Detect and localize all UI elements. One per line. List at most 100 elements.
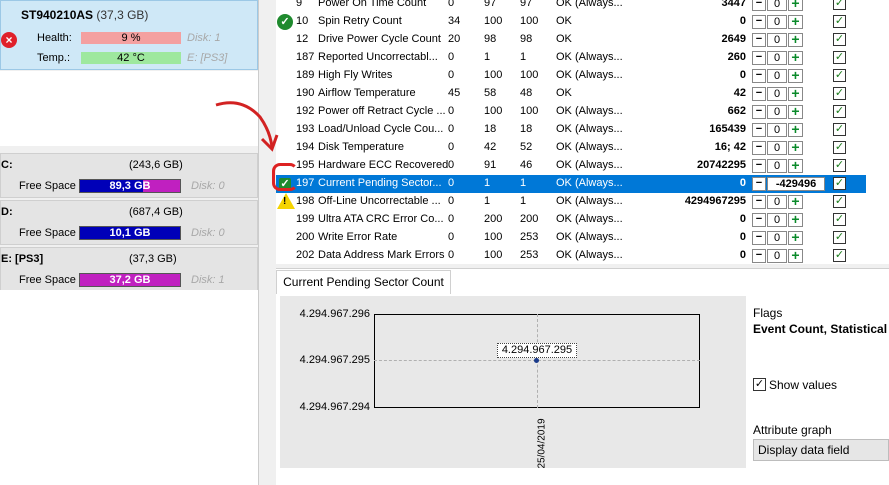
table-row[interactable]: 187 Reported Uncorrectabl... 0 1 1 OK (Always… bbox=[276, 49, 866, 67]
table-row[interactable]: 197 Current Pending Sector... 0 1 1 OK (Alway… bbox=[276, 175, 866, 193]
volume-c[interactable]: C: (243,6 GB) Free Space 89,3 GB Disk: 0 bbox=[0, 153, 258, 198]
error-x-icon: × bbox=[1, 32, 17, 48]
decrement-button[interactable]: − bbox=[752, 87, 766, 101]
increment-button[interactable]: + bbox=[788, 158, 803, 173]
show-values-checkbox[interactable]: ✓ bbox=[753, 378, 766, 391]
increment-button[interactable]: + bbox=[788, 248, 803, 263]
decrement-button[interactable]: − bbox=[752, 177, 766, 191]
decrement-button[interactable]: − bbox=[752, 123, 766, 137]
decrement-button[interactable]: − bbox=[752, 195, 766, 209]
table-row[interactable]: 202 Data Address Mark Errors 0 100 253 OK (Al… bbox=[276, 247, 866, 265]
increment-button[interactable]: + bbox=[788, 86, 803, 101]
increment-button[interactable]: + bbox=[788, 212, 803, 227]
decrement-button[interactable]: − bbox=[752, 141, 766, 155]
table-row[interactable]: 194 Disk Temperature 0 42 52 OK (Always... 16;… bbox=[276, 139, 866, 157]
tab-current-pending-sector-count[interactable]: Current Pending Sector Count bbox=[276, 270, 451, 294]
volume-e[interactable]: E: [PS3] (37,3 GB) Free Space 37,2 GB Di… bbox=[0, 247, 258, 292]
table-row[interactable]: 195 Hardware ECC Recovered 0 91 46 OK (Always… bbox=[276, 157, 866, 175]
counter-field[interactable]: 0 bbox=[767, 231, 787, 245]
enabled-checkbox[interactable]: ✓ bbox=[833, 15, 846, 28]
counter-field[interactable]: 0 bbox=[767, 51, 787, 65]
counter-field[interactable]: 0 bbox=[767, 195, 787, 209]
increment-button[interactable]: + bbox=[788, 104, 803, 119]
enabled-checkbox[interactable]: ✓ bbox=[833, 123, 846, 136]
table-row[interactable]: 190 Airflow Temperature 45 58 48 OK 42−0 + ✓ bbox=[276, 85, 866, 103]
cell-name: Power On Time Count bbox=[318, 0, 427, 9]
enabled-checkbox[interactable]: ✓ bbox=[833, 105, 846, 118]
table-row[interactable]: 193 Load/Unload Cycle Cou... 0 18 18 OK (Alwa… bbox=[276, 121, 866, 139]
table-scroll-area[interactable] bbox=[866, 0, 889, 264]
y-tick-label: 4.294.967.295 bbox=[299, 354, 370, 366]
increment-button[interactable]: + bbox=[788, 122, 803, 137]
enabled-checkbox[interactable]: ✓ bbox=[833, 51, 846, 64]
counter-field[interactable]: 0 bbox=[767, 141, 787, 155]
enabled-checkbox[interactable]: ✓ bbox=[833, 33, 846, 46]
decrement-button[interactable]: − bbox=[752, 213, 766, 227]
counter-field[interactable]: 0 bbox=[767, 123, 787, 137]
increment-button[interactable]: + bbox=[788, 230, 803, 245]
volume-d[interactable]: D: (687,4 GB) Free Space 10,1 GB Disk: 0 bbox=[0, 200, 258, 245]
disk-card[interactable]: ST940210AS (37,3 GB) × Health: 9 % Disk:… bbox=[0, 0, 258, 70]
decrement-button[interactable]: − bbox=[752, 51, 766, 65]
decrement-button[interactable]: − bbox=[752, 33, 766, 47]
enabled-checkbox[interactable]: ✓ bbox=[833, 249, 846, 262]
enabled-checkbox[interactable]: ✓ bbox=[833, 195, 846, 208]
table-row[interactable]: 200 Write Error Rate 0 100 253 OK (Always... 0… bbox=[276, 229, 866, 247]
counter-field[interactable]: 0 bbox=[767, 249, 787, 263]
cell-raw: 0 bbox=[448, 51, 455, 63]
table-row[interactable]: 189 High Fly Writes 0 100 100 OK (Always... 0−… bbox=[276, 67, 866, 85]
counter-field[interactable]: 0 bbox=[767, 15, 787, 29]
counter-field[interactable]: 0 bbox=[767, 87, 787, 101]
decrement-button[interactable]: − bbox=[752, 0, 766, 11]
temp-disk: E: [PS3] bbox=[187, 52, 228, 64]
counter-field[interactable]: 0 bbox=[767, 105, 787, 119]
free-space-bar: 10,1 GB bbox=[79, 226, 181, 240]
decrement-button[interactable]: − bbox=[752, 69, 766, 83]
increment-button[interactable]: + bbox=[788, 32, 803, 47]
counter-field[interactable]: 0 bbox=[767, 69, 787, 83]
attribute-graph-select[interactable]: Display data field bbox=[753, 439, 889, 461]
enabled-checkbox[interactable]: ✓ bbox=[833, 87, 846, 100]
cell-raw: 0 bbox=[448, 231, 455, 243]
cell-id: 194 bbox=[296, 141, 315, 153]
counter-field[interactable]: 0 bbox=[767, 159, 787, 173]
cell-id: 197 bbox=[296, 177, 315, 189]
counter-field[interactable]: 0 bbox=[767, 213, 787, 227]
enabled-checkbox[interactable]: ✓ bbox=[833, 69, 846, 82]
decrement-button[interactable]: − bbox=[752, 159, 766, 173]
increment-button[interactable]: + bbox=[788, 14, 803, 29]
decrement-button[interactable]: − bbox=[752, 249, 766, 263]
table-row[interactable]: 12 Drive Power Cycle Count 20 98 98 OK 2649−0 +… bbox=[276, 31, 866, 49]
decrement-button[interactable]: − bbox=[752, 231, 766, 245]
decrement-button[interactable]: − bbox=[752, 105, 766, 119]
cell-name: Data Address Mark Errors bbox=[318, 249, 445, 261]
enabled-checkbox[interactable]: ✓ bbox=[833, 159, 846, 172]
table-row[interactable]: 192 Power off Retract Cycle ... 0 100 100 OK … bbox=[276, 103, 866, 121]
pane-splitter[interactable] bbox=[258, 0, 262, 485]
cell-status: OK (Always... bbox=[556, 123, 623, 135]
cell-raw: 45 bbox=[448, 87, 461, 99]
increment-button[interactable]: + bbox=[788, 50, 803, 65]
enabled-checkbox[interactable]: ✓ bbox=[833, 177, 846, 190]
cell-status: OK (Always... bbox=[556, 159, 623, 171]
cell-raw: 0 bbox=[448, 0, 455, 9]
table-row[interactable]: 10 Spin Retry Count 34 100 100 OK 0 ✓ −0 + ✓ bbox=[276, 13, 866, 31]
table-row[interactable]: 199 Ultra ATA CRC Error Co... 0 200 200 OK (A… bbox=[276, 211, 866, 229]
table-row[interactable]: 198 Off-Line Uncorrectable ... 0 1 1 OK (Alwa… bbox=[276, 193, 866, 211]
enabled-checkbox[interactable]: ✓ bbox=[833, 141, 846, 154]
counter-field[interactable]: 0 bbox=[767, 33, 787, 47]
counter-field[interactable]: -429496 bbox=[767, 177, 825, 191]
enabled-checkbox[interactable]: ✓ bbox=[833, 213, 846, 226]
increment-button[interactable]: + bbox=[788, 0, 803, 11]
increment-button[interactable]: + bbox=[788, 140, 803, 155]
volume-name: D: bbox=[1, 206, 13, 218]
increment-button[interactable]: + bbox=[788, 194, 803, 209]
enabled-checkbox[interactable]: ✓ bbox=[833, 0, 846, 10]
enabled-checkbox[interactable]: ✓ bbox=[833, 231, 846, 244]
show-values-label[interactable]: Show values bbox=[769, 378, 837, 392]
decrement-button[interactable]: − bbox=[752, 15, 766, 29]
cell-v1: 100 bbox=[484, 69, 503, 81]
counter-field[interactable]: 0 bbox=[767, 0, 787, 11]
table-row[interactable]: 9 Power On Time Count 0 97 97 OK (Always... 34… bbox=[276, 0, 866, 13]
increment-button[interactable]: + bbox=[788, 68, 803, 83]
